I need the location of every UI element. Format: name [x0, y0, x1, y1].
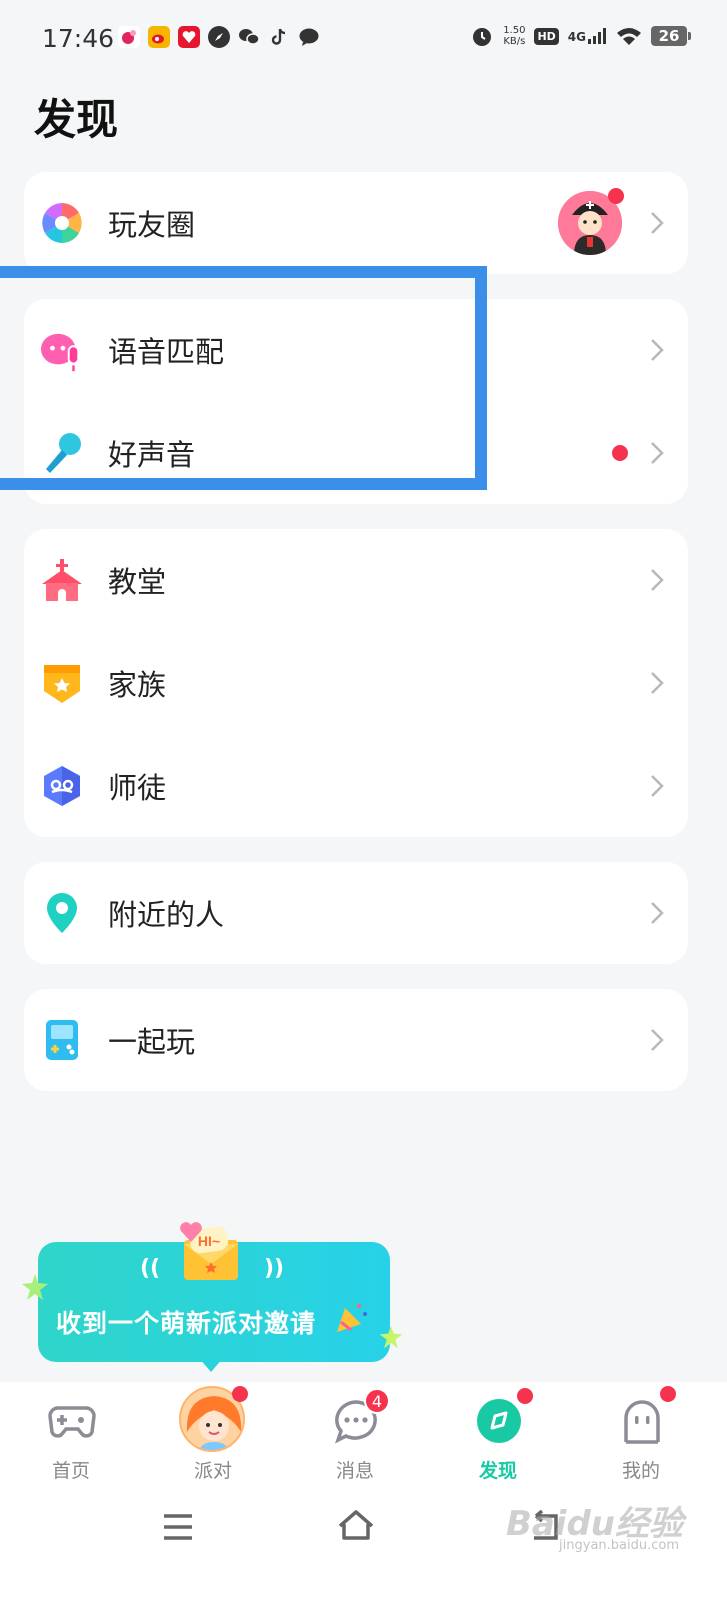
speed-unit: KB/s — [503, 36, 526, 47]
menu-item-family[interactable]: 家族 — [24, 632, 688, 734]
network-speed: 1.50 KB/s — [503, 25, 525, 47]
play-together-card: 一起玩 — [24, 989, 688, 1091]
tiktok-icon — [268, 26, 290, 48]
tab-messages[interactable]: 4 消息 — [300, 1382, 410, 1494]
discover-notification-dot — [517, 1388, 533, 1404]
tab-home[interactable]: 首页 — [16, 1382, 126, 1494]
menu-item-label: 家族 — [108, 668, 167, 702]
microphone-icon — [40, 431, 84, 475]
weibo-icon — [148, 26, 170, 48]
decor-heart-icon — [180, 1222, 202, 1242]
speed-value: 1.50 — [503, 25, 526, 36]
menu-icon[interactable] — [162, 1512, 194, 1542]
chevron-right-icon — [651, 1029, 664, 1051]
menu-item-nearby[interactable]: 附近的人 — [24, 862, 688, 964]
social-card: 教堂 家族 师徒 — [24, 529, 688, 837]
home-icon[interactable] — [336, 1508, 376, 1542]
menu-item-voice-match[interactable]: 语音匹配 — [24, 299, 688, 401]
menu-item-play-together[interactable]: 一起玩 — [24, 989, 688, 1091]
chevron-right-icon — [651, 442, 664, 464]
app-notification-icon — [118, 26, 140, 48]
party-invite-popup[interactable]: HI~ (( )) 收到一个萌新派对邀请 — [38, 1226, 390, 1362]
chevron-right-icon — [651, 339, 664, 361]
status-app-icons — [118, 26, 320, 48]
gamepad-icon — [48, 1406, 96, 1438]
message-app-icon — [298, 26, 320, 48]
sound-wave-left-icon: (( — [140, 1256, 161, 1281]
decor-star-icon — [379, 1325, 403, 1349]
family-shield-icon — [40, 661, 84, 705]
heart-app-icon — [178, 26, 200, 48]
sound-wave-right-icon: )) — [264, 1256, 285, 1281]
cellular-signal: 4G — [568, 28, 607, 44]
avatar-notification-dot — [608, 188, 624, 204]
church-icon — [40, 558, 84, 602]
game-console-icon — [40, 1018, 84, 1062]
status-right-group: 1.50 KB/s HD 4G 26 — [470, 24, 691, 48]
battery-indicator: 26 — [651, 26, 691, 46]
good-voice-notification-dot — [612, 445, 628, 461]
menu-item-mentor[interactable]: 师徒 — [24, 735, 688, 837]
moments-card: 玩友圈 — [24, 172, 688, 274]
hd-badge: HD — [534, 27, 559, 45]
popup-tail — [199, 1358, 223, 1372]
alarm-icon — [473, 28, 492, 46]
tab-label: 派对 — [193, 1460, 232, 1482]
tab-label: 首页 — [51, 1460, 90, 1482]
chevron-right-icon — [651, 775, 664, 797]
menu-item-church[interactable]: 教堂 — [24, 529, 688, 631]
menu-item-label: 一起玩 — [108, 1025, 196, 1059]
menu-item-label: 附近的人 — [108, 898, 225, 932]
camera-shutter-icon — [40, 201, 84, 245]
me-notification-dot — [660, 1386, 676, 1402]
menu-item-moments[interactable]: 玩友圈 — [24, 172, 688, 274]
tab-label: 发现 — [478, 1460, 517, 1482]
promo-text: 收到一个萌新派对邀请 — [56, 1309, 317, 1338]
messages-unread-badge: 4 — [364, 1388, 390, 1414]
ghost-profile-icon — [624, 1400, 660, 1444]
menu-item-label: 玩友圈 — [108, 208, 196, 242]
nearby-card: 附近的人 — [24, 862, 688, 964]
signal-bars-icon — [588, 28, 606, 44]
wifi-icon — [617, 28, 641, 45]
chevron-right-icon — [651, 672, 664, 694]
party-notification-dot — [232, 1386, 248, 1402]
menu-item-label: 好声音 — [108, 438, 196, 472]
mentor-hexagon-icon — [40, 764, 84, 808]
chevron-right-icon — [651, 569, 664, 591]
wechat-icon — [238, 26, 260, 48]
baidu-watermark-url: jingyan.baidu.com — [559, 1538, 679, 1553]
menu-item-label: 教堂 — [108, 565, 167, 599]
page-title: 发现 — [34, 95, 119, 144]
party-popper-icon — [337, 1302, 367, 1332]
tab-me[interactable]: 我的 — [586, 1382, 696, 1494]
voice-card: 语音匹配 好声音 — [24, 299, 688, 504]
decor-star-icon — [22, 1274, 48, 1300]
tab-discover[interactable]: 发现 — [443, 1382, 553, 1494]
bottom-tab-bar: 首页 派对 4 消息 发现 我的 — [0, 1382, 727, 1494]
network-type: 4G — [567, 30, 586, 44]
location-pin-icon — [40, 891, 84, 935]
tab-label: 我的 — [621, 1460, 660, 1482]
menu-item-label: 语音匹配 — [108, 335, 225, 369]
chevron-right-icon — [651, 212, 664, 234]
tab-party[interactable]: 派对 — [158, 1382, 268, 1494]
status-time: 17:46 — [42, 24, 115, 53]
voice-bubble-mic-icon — [40, 330, 84, 374]
status-bar: 17:46 1.50 KB/s HD 4G 26 — [0, 0, 727, 78]
tab-label: 消息 — [335, 1460, 374, 1482]
compass-icon — [477, 1399, 521, 1443]
menu-item-good-voice[interactable]: 好声音 — [24, 402, 688, 504]
chevron-right-icon — [651, 902, 664, 924]
compass-app-icon — [208, 26, 230, 48]
menu-item-label: 师徒 — [108, 771, 167, 805]
